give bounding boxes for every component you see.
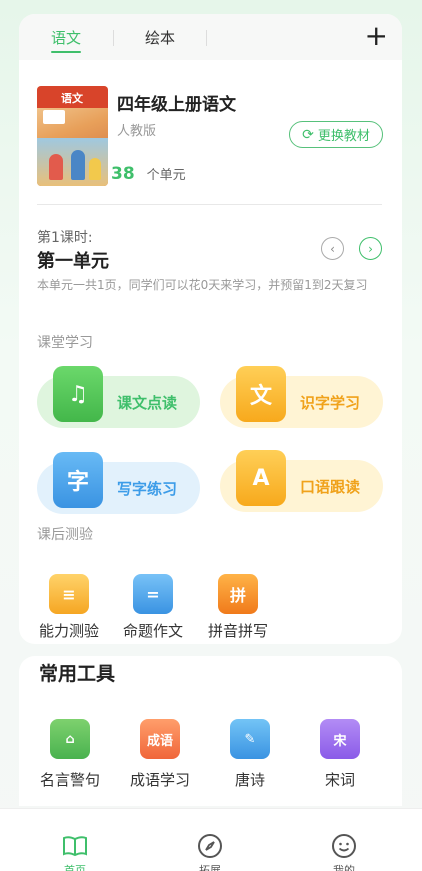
unit-count: 38 个单元 [111,164,186,184]
text-reading-label: 课文点读 [117,393,178,412]
next-lesson-button[interactable]: › [359,237,382,260]
essay-icon: = [133,574,173,614]
tab-chinese[interactable]: 语文 [51,27,82,53]
chevron-right-icon: › [368,241,373,256]
divider [37,204,382,205]
nav-home-label: 首页 [64,864,86,871]
ability-test-button[interactable]: ≡ 能力测验 [29,574,109,641]
character-learning-label: 识字学习 [300,393,361,412]
text-reading-button[interactable]: ♫ 课文点读 [37,366,200,428]
prev-lesson-button[interactable]: ‹ [321,237,344,260]
compass-icon [197,833,223,859]
nav-explore[interactable]: 拓展 [170,833,250,871]
chevron-left-icon: ‹ [330,241,335,256]
song-ci-button[interactable]: 宋 宋词 [295,719,385,790]
quote-icon: ⌂ [50,719,90,759]
speech-icon: A [236,450,286,506]
idiom-icon: 成语 [140,719,180,759]
change-textbook-button[interactable]: ⟳ 更换教材 [289,121,383,148]
nav-mine[interactable]: 我的 [304,833,384,871]
essay-button[interactable]: = 命题作文 [113,574,193,641]
change-textbook-label: 更换教材 [317,129,370,144]
book-title: 四年级上册语文 [117,95,236,115]
book-cover-image[interactable]: 语文 [37,86,108,186]
cover-title: 语文 [61,92,83,105]
lesson-label: 第1课时: [37,230,93,246]
lesson-title: 第一单元 [37,251,109,272]
unit-count-suffix: 个单元 [146,168,186,183]
ability-test-label: 能力测验 [38,622,99,640]
music-book-icon: ♫ [53,366,103,422]
quote-label: 名言警句 [39,771,100,789]
book-open-icon [62,833,88,859]
classroom-section-label: 课堂学习 [37,335,93,351]
tools-title: 常用工具 [39,663,116,685]
idiom-button[interactable]: 成语 成语学习 [115,719,205,790]
tab-bar: 语文 绘本 + [19,14,402,60]
writing-practice-label: 写字练习 [117,479,178,498]
song-ci-label: 宋词 [324,771,355,789]
pinyin-label: 拼音拼写 [207,622,268,640]
lesson-description: 本单元一共1页，同学们可以花0天来学习，并预留1到2天复习 [37,278,368,292]
song-ci-icon: 宋 [320,719,360,759]
oral-reading-button[interactable]: A 口语跟读 [220,450,383,512]
pinyin-button[interactable]: 拼 拼音拼写 [198,574,278,641]
refresh-icon: ⟳ [302,126,314,143]
plus-icon[interactable]: + [365,20,388,52]
after-class-section-label: 课后测验 [37,527,93,543]
ability-test-icon: ≡ [49,574,89,614]
tab-divider [113,30,114,46]
essay-label: 命题作文 [122,622,183,640]
writing-practice-button[interactable]: 字 写字练习 [37,452,200,514]
tab-divider [206,30,207,46]
tang-poem-icon: ✎ [230,719,270,759]
tang-poem-button[interactable]: ✎ 唐诗 [205,719,295,790]
idiom-label: 成语学习 [129,771,190,789]
quote-button[interactable]: ⌂ 名言警句 [25,719,115,790]
tang-poem-label: 唐诗 [234,771,265,789]
oral-reading-label: 口语跟读 [300,477,361,496]
tools-card: 常用工具 ⌂ 名言警句 成语 成语学习 ✎ 唐诗 宋 宋词 [19,656,402,806]
tab-picture-book[interactable]: 绘本 [145,27,175,48]
book-publisher: 人教版 [117,124,157,139]
nav-explore-label: 拓展 [199,864,221,871]
unit-count-number: 38 [111,164,135,184]
writing-icon: 字 [53,452,103,508]
main-card: 语文 绘本 + 语文 四年级上册语文 人教版 38 个单元 ⟳ 更换教材 第1课时… [19,14,402,644]
bottom-nav: 首页 拓展 我的 [0,808,422,871]
character-learning-button[interactable]: 文 识字学习 [220,366,383,428]
nav-mine-label: 我的 [333,864,355,871]
nav-home[interactable]: 首页 [35,833,115,871]
smiley-icon [331,833,357,859]
pinyin-icon: 拼 [218,574,258,614]
character-learn-icon: 文 [236,366,286,422]
